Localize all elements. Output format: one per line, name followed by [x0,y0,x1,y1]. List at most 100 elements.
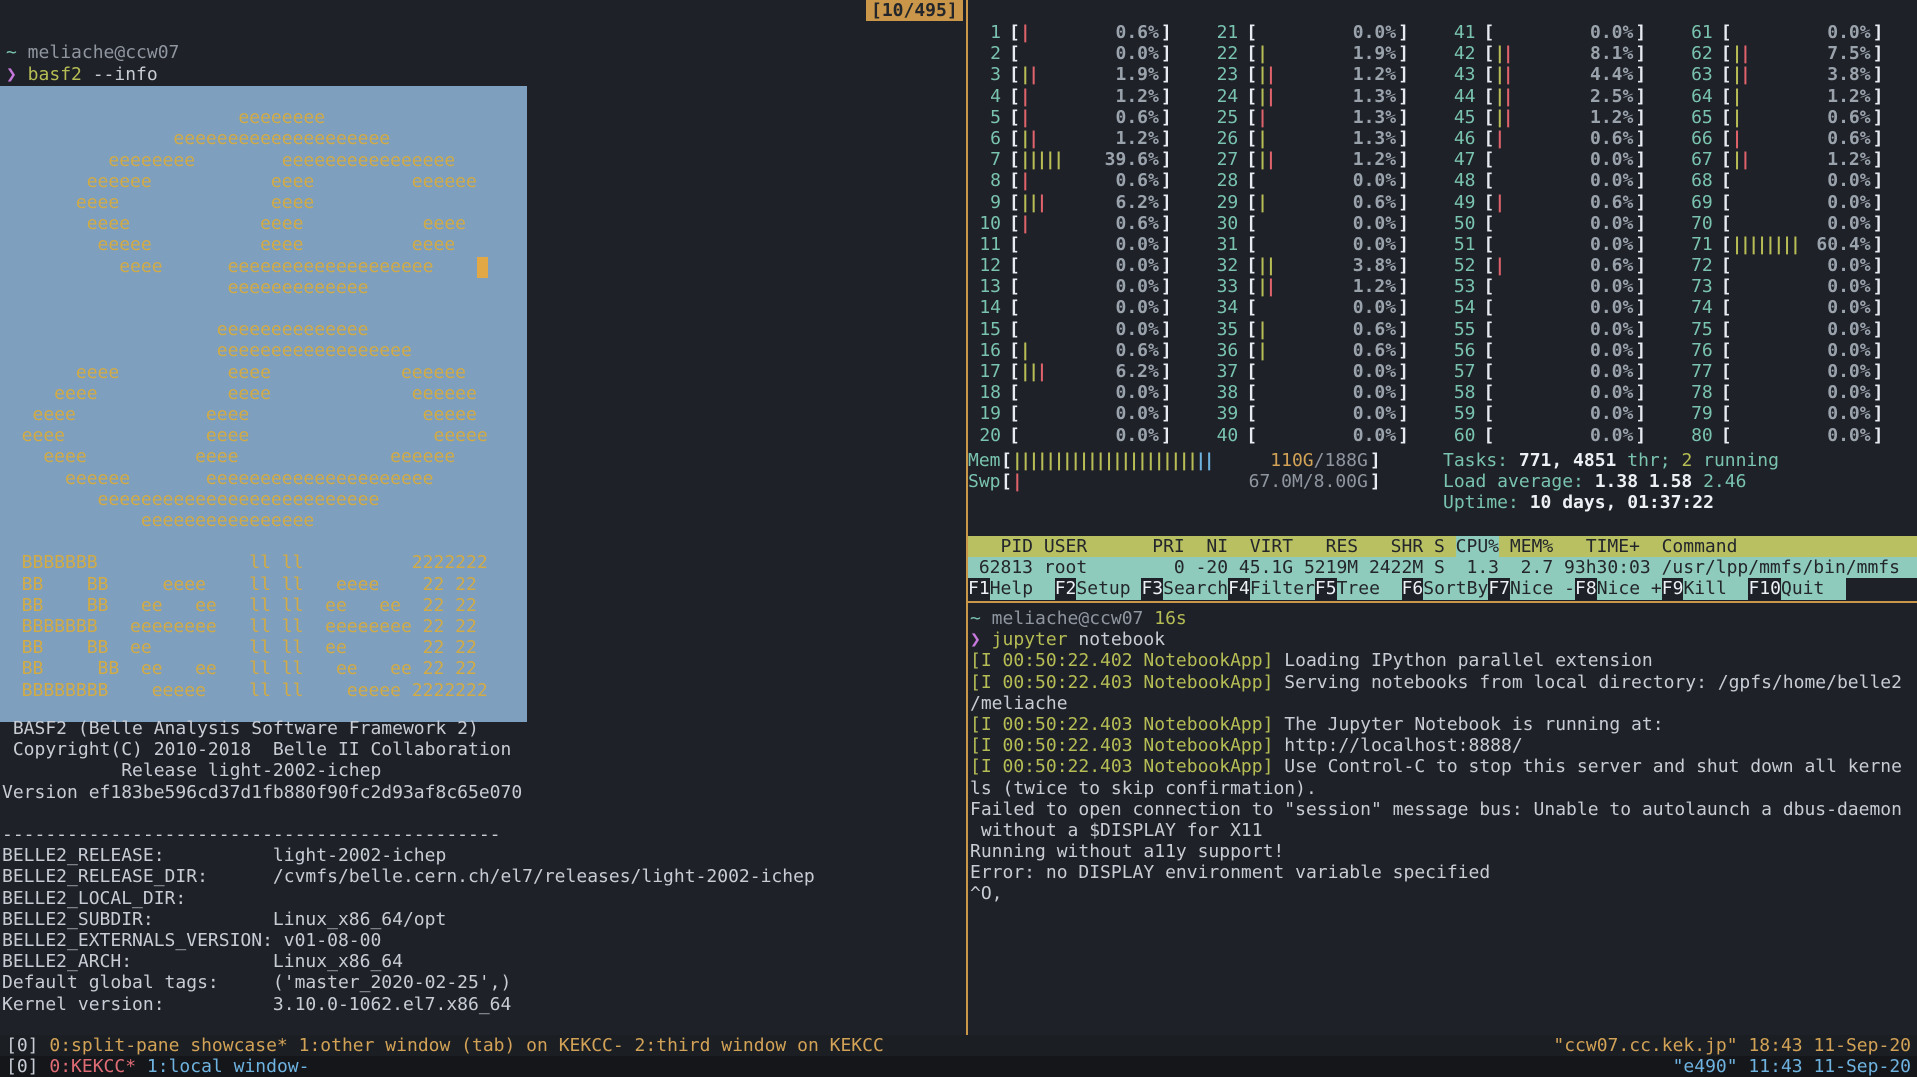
fkey-f8[interactable]: F8 [1575,578,1597,599]
spacer [1476,425,1484,446]
fkey-f5[interactable]: F5 [1315,578,1337,599]
cpu-percent: 0.6% [1115,340,1158,361]
fkey-f3[interactable]: F3 [1141,578,1163,599]
cpu-meter-bar: 0.0% [1257,403,1398,424]
cpu-meter-row: 15 [0.0%]35 [|0.6%]55 [0.0%]75 [0.0%] [968,319,1917,340]
tmux-window-list-inner[interactable]: [0] 0:split-pane showcase* 1:other windo… [6,1035,884,1056]
left-terminal-pane[interactable]: ~ meliache@ccw07❯ basf2 --info eeeeeeee … [0,0,966,1035]
meter-close-bracket: ] [1161,213,1172,234]
meter-open-bracket: [ [1484,340,1495,361]
cpu-meter-bar: |0.6% [1257,192,1398,213]
cpu-meter-30: 30 [0.0%] [1205,213,1442,234]
cpu-meter-75: 75 [0.0%] [1680,319,1917,340]
meter-close-bracket: ] [1398,86,1409,107]
text-segment: Loading IPython parallel extension [1273,650,1652,671]
jupyter-terminal-pane[interactable]: ~ meliache@ccw07 16s❯ jupyter notebook[I… [968,608,1917,1035]
cpu-meter-bar: 0.0% [1732,213,1873,234]
fkey-f9[interactable]: F9 [1662,578,1684,599]
fkey-label-f1[interactable]: Help [990,578,1055,599]
fkey-label-f9[interactable]: Kill [1683,578,1748,599]
fkey-label-f3[interactable]: Search [1163,578,1228,599]
spacer [1001,425,1009,446]
meter-close-bracket: ] [1873,107,1884,128]
fkey-label-f8[interactable]: Nice + [1597,578,1662,599]
cpu-percent: 1.9% [1353,43,1396,64]
meter-close-bracket: ] [1398,128,1409,149]
cpu-number: 45 [1443,107,1476,128]
fkey-f6[interactable]: F6 [1402,578,1424,599]
fkey-label-f10[interactable]: Quit [1781,578,1846,599]
fkey-label-f7[interactable]: Nice - [1510,578,1575,599]
meter-tick: | [1028,128,1036,149]
cpu-meter-2: 2 [0.0%] [968,43,1205,64]
cpu-number: 15 [968,319,1001,340]
cpu-number: 65 [1680,107,1713,128]
spacer [1713,382,1721,403]
cpu-meter-bar: |0.6% [1020,213,1161,234]
text-segment: Serving notebooks from local directory: … [1273,672,1902,693]
meter-open-bracket: [ [1009,382,1020,403]
cpu-percent: 0.0% [1353,213,1396,234]
meter-tick: | [1145,450,1153,471]
meter-open-bracket: [ [1721,64,1732,85]
cpu-percent: 0.0% [1353,382,1396,403]
cpu-meter-bar: 0.0% [1020,276,1161,297]
tmux-window-list-outer[interactable]: [0] 0:KEKCC* 1:local window- [6,1056,309,1077]
cpu-meter-bar: |0.6% [1020,107,1161,128]
text-segment: Uptime: [1443,492,1530,513]
cpu-meter-row: 10 [|0.6%]30 [0.0%]50 [0.0%]70 [0.0%] [968,213,1917,234]
fkey-f7[interactable]: F7 [1488,578,1510,599]
text-segment: Use Control-C to stop this server and sh… [1273,756,1902,777]
fkey-f2[interactable]: F2 [1055,578,1077,599]
meter-tick: | [1028,149,1036,170]
fkey-label-f5[interactable]: Tree [1337,578,1402,599]
text-segment: 4851 [1573,450,1616,471]
prompt-line: ❯ basf2 --info [6,64,179,85]
cpu-number: 23 [1205,64,1238,85]
spacer [1001,128,1009,149]
meter-open-bracket: [ [1246,128,1257,149]
cpu-meter-bar: 0.0% [1732,361,1873,382]
cpu-meter-bar: |||||39.6% [1020,149,1161,170]
cpu-meter-33: 33 [||1.2%] [1205,276,1442,297]
meter-tick: | [1020,107,1028,128]
process-table-header[interactable]: PID USER PRI NI VIRT RES SHR S CPU% MEM%… [968,536,1917,557]
spacer [1001,361,1009,382]
meter-close-bracket: ] [1398,64,1409,85]
cpu-number: 26 [1205,128,1238,149]
cpu-percent: 0.0% [1590,319,1633,340]
meter-tick: | [1012,471,1020,492]
meter-tick: | [1204,450,1212,471]
fkey-f4[interactable]: F4 [1228,578,1250,599]
meter-open-bracket: [ [1246,149,1257,170]
cpu-meter-45: 45 [||1.2%] [1443,107,1680,128]
fkey-f10[interactable]: F10 [1748,578,1781,599]
meter-open-bracket: [ [1721,425,1732,446]
text-segment: [0] [6,1035,49,1056]
cpu-meter-bar: 0.0% [1257,234,1398,255]
htop-pane[interactable]: 1 [|0.6%]21 [0.0%]41 [0.0%]61 [0.0%]2 [0… [968,0,1917,601]
meter-close-bracket: ] [1635,403,1646,424]
process-table-row-selected[interactable]: 62813 root 0 -20 45.1G 5219M 2422M S 1.3… [968,557,1917,578]
fkey-label-f6[interactable]: SortBy [1423,578,1488,599]
meter-tick: | [1037,192,1045,213]
fkey-label-f2[interactable]: Setup [1076,578,1141,599]
text-segment: --info [82,64,158,85]
fkey-label-f4[interactable]: Filter [1250,578,1315,599]
cpu-percent: 0.6% [1590,192,1633,213]
meter-tick: | [1020,149,1028,170]
cpu-meter-bar: |||6.2% [1020,361,1161,382]
text-segment: ❯ [970,629,981,650]
spacer [1713,425,1721,446]
prompt-line [6,21,179,42]
cpu-meter-bar: ||1.2% [1494,107,1635,128]
cpu-meter-56: 56 [0.0%] [1443,340,1680,361]
pane-divider-horizontal[interactable] [968,601,1917,603]
cpu-number: 14 [968,297,1001,318]
cpu-percent: 0.0% [1827,213,1870,234]
fkey-f1[interactable]: F1 [968,578,990,599]
cpu-meter-32: 32 [||3.8%] [1205,255,1442,276]
meter-tick: | [1257,340,1265,361]
text-segment: ~ [970,608,981,629]
sort-column-cpu[interactable]: CPU% [1456,536,1499,557]
